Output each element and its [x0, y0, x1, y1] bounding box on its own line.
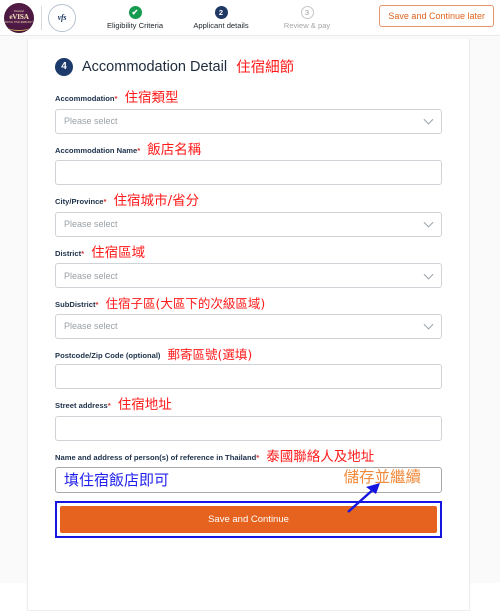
evisa-logo-sub-text: ROYAL THAI EMBASSY: [5, 21, 33, 24]
step-badge-3: 3: [300, 5, 314, 19]
submit-highlight-box: Save and Continue: [55, 483, 442, 538]
accommodation-detail-card: 4 Accommodation Detail 住宿細節 Accommodatio…: [27, 39, 470, 611]
page-body: 4 Accommodation Detail 住宿細節 Accommodatio…: [0, 36, 500, 611]
field-postcode-label: Postcode/Zip Code (optional): [55, 350, 161, 360]
field-street-address-annotation: 住宿地址: [117, 397, 172, 413]
chevron-down-icon: [423, 217, 434, 228]
field-reference-person-labelrow: Name and address of person(s) of referen…: [55, 448, 442, 465]
field-accommodation: Accommodation * 住宿類型 Please select: [55, 91, 442, 134]
field-street-address-labelrow: Street address * 住宿地址: [55, 397, 442, 413]
field-street-address-label: Street address: [55, 401, 108, 410]
street-address-input[interactable]: [55, 415, 442, 441]
field-postcode-labelrow: Postcode/Zip Code (optional) 郵寄區號(選填): [55, 346, 442, 362]
field-subdistrict-annotation: 住宿子區(大區下的次級區域): [105, 296, 266, 311]
subdistrict-select[interactable]: Please select: [55, 313, 442, 339]
field-subdistrict: SubDistrict * 住宿子區(大區下的次級區域) Please selec…: [55, 297, 442, 339]
field-accommodation-name-label: Accommodation Name: [55, 145, 138, 155]
step-eligibility-criteria[interactable]: ✔ Eligibility Criteria: [92, 5, 178, 30]
field-subdistrict-required-marker: *: [95, 300, 99, 309]
logo-divider: [41, 5, 42, 30]
vfs-global-logo: vfs: [48, 3, 76, 32]
section-header: 4 Accommodation Detail 住宿細節: [55, 56, 442, 77]
reference-person-input[interactable]: 填住宿飯店即可 儲存並繼續: [55, 467, 442, 493]
field-district-label: District: [55, 248, 82, 258]
evisa-logo-arc: [9, 25, 29, 31]
district-select[interactable]: Please select: [55, 263, 442, 288]
field-reference-person: Name and address of person(s) of referen…: [55, 448, 442, 493]
save-and-continue-later-button[interactable]: Save and Continue later: [379, 5, 494, 27]
field-district-labelrow: District * 住宿區域: [55, 244, 442, 261]
step-review-and-pay[interactable]: 3 Review & pay: [264, 5, 350, 30]
field-accommodation-name-annotation: 飯店名稱: [147, 141, 202, 158]
district-select-value: Please select: [64, 270, 118, 281]
field-reference-person-annotation: 泰國聯絡人及地址: [266, 448, 375, 465]
step-badge-2: 2: [214, 5, 228, 19]
field-city-province: City/Province * 住宿城市/省分 Please select: [55, 194, 442, 237]
field-accommodation-labelrow: Accommodation * 住宿類型: [55, 90, 442, 106]
field-accommodation-required-marker: *: [114, 94, 118, 103]
app-header: Thailand eVISA ROYAL THAI EMBASSY vfs ✔ …: [0, 0, 500, 36]
step-applicant-details[interactable]: 2 Applicant details: [178, 5, 264, 30]
field-postcode-annotation: 郵寄區號(選填): [167, 346, 253, 362]
field-city-province-label: City/Province: [55, 197, 104, 206]
reference-input-blue-annotation: 填住宿飯店即可: [64, 470, 170, 489]
field-district-required-marker: *: [81, 248, 85, 258]
accommodation-select[interactable]: Please select: [55, 108, 442, 134]
field-street-address: Street address * 住宿地址: [55, 398, 442, 441]
postcode-input[interactable]: [55, 364, 442, 389]
field-accommodation-name-required-marker: *: [137, 145, 141, 155]
field-reference-person-label: Name and address of person(s) of referen…: [55, 452, 257, 462]
field-reference-person-required-marker: *: [256, 452, 260, 462]
field-district: District * 住宿區域 Please select: [55, 244, 442, 288]
field-city-province-required-marker: *: [103, 197, 107, 206]
accommodation-name-input[interactable]: [55, 160, 442, 185]
field-subdistrict-labelrow: SubDistrict * 住宿子區(大區下的次級區域): [55, 296, 442, 311]
accommodation-select-value: Please select: [64, 116, 118, 126]
step-label-applicant-details: Applicant details: [193, 20, 249, 30]
field-city-province-labelrow: City/Province * 住宿城市/省分: [55, 193, 442, 209]
field-subdistrict-label: SubDistrict: [55, 300, 96, 309]
field-accommodation-name: Accommodation Name * 飯店名稱: [55, 141, 442, 185]
section-number-badge: 4: [55, 57, 73, 76]
chevron-down-icon: [423, 319, 434, 330]
page-title: Accommodation Detail: [82, 58, 228, 75]
save-and-continue-button[interactable]: Save and Continue: [60, 506, 437, 533]
field-street-address-required-marker: *: [107, 401, 111, 410]
step-label-review-and-pay: Review & pay: [283, 20, 331, 30]
chevron-down-icon: [423, 114, 434, 125]
progress-steps: ✔ Eligibility Criteria 2 Applicant detai…: [92, 5, 350, 30]
city-province-select[interactable]: Please select: [55, 211, 442, 237]
subdistrict-select-value: Please select: [64, 321, 118, 331]
field-accommodation-name-labelrow: Accommodation Name * 飯店名稱: [55, 141, 442, 158]
field-district-annotation: 住宿區域: [91, 244, 146, 261]
field-city-province-annotation: 住宿城市/省分: [113, 193, 200, 209]
field-accommodation-annotation: 住宿類型: [124, 90, 179, 106]
evisa-logo-main-text: eVISA: [9, 13, 29, 21]
field-accommodation-label: Accommodation: [55, 94, 115, 103]
step-badge-check-icon: ✔: [128, 5, 142, 19]
field-postcode: Postcode/Zip Code (optional) 郵寄區號(選填): [55, 346, 442, 389]
section-title-annotation: 住宿細節: [236, 60, 295, 76]
city-province-select-value: Please select: [64, 219, 118, 229]
logo-group: Thailand eVISA ROYAL THAI EMBASSY vfs: [0, 2, 76, 33]
chevron-down-icon: [423, 269, 434, 280]
thailand-evisa-logo: Thailand eVISA ROYAL THAI EMBASSY: [4, 2, 34, 33]
save-continue-orange-annotation: 儲存並繼續: [343, 468, 421, 486]
step-label-eligibility-criteria: Eligibility Criteria: [106, 20, 164, 30]
